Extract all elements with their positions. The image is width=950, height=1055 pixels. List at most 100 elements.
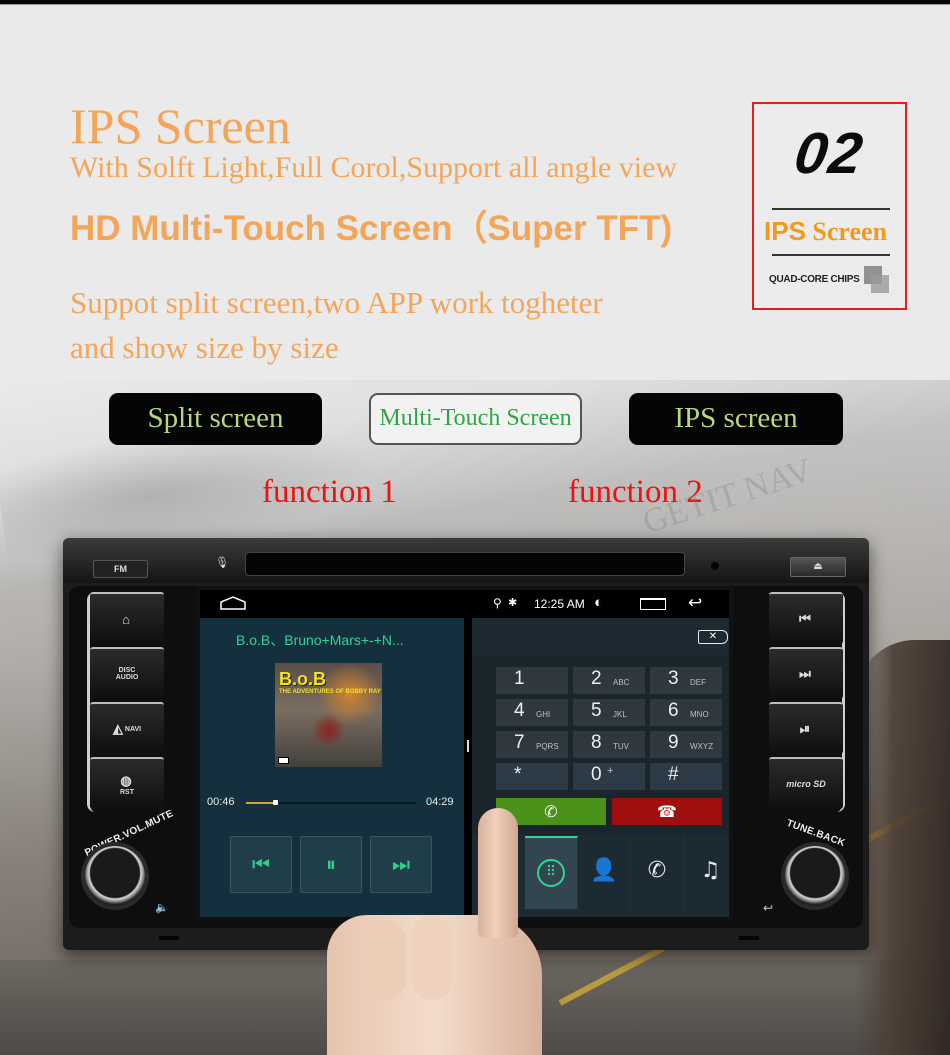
tab-call-log[interactable]: ✆ (631, 836, 684, 909)
keypad-key[interactable]: 3 DEF (650, 667, 722, 694)
ir-sensor (711, 562, 719, 570)
home-nav-icon[interactable] (220, 596, 246, 610)
keypad-digit: 7 (514, 732, 525, 753)
keypad-key[interactable]: # (650, 763, 722, 790)
recent-apps-icon[interactable] (640, 598, 666, 610)
screw-slot (739, 936, 759, 940)
next-icon: ⏭ (392, 852, 410, 876)
keypad-key[interactable]: 7 PQRS (496, 731, 568, 758)
microsd-slot[interactable]: micro SD (769, 757, 843, 809)
microsd-icon: micro SD (786, 779, 826, 789)
keypad-digit: 2 (591, 668, 602, 689)
keypad-letters: MNO (690, 710, 709, 719)
badge-title-prefix: IPS (764, 216, 806, 246)
fm-button[interactable]: FM (93, 560, 148, 578)
pointing-finger (478, 808, 518, 938)
tab-keypad[interactable]: ⠿ (525, 836, 578, 909)
keypad-key[interactable]: 1 (496, 667, 568, 694)
tab-music[interactable]: ♫ (684, 836, 729, 909)
pause-button[interactable]: ⏸ (300, 836, 362, 893)
keypad-key[interactable]: 8 TUV (573, 731, 645, 758)
keypad-letters: ABC (613, 678, 630, 687)
keypad-digit: 1 (514, 668, 525, 689)
navi-icon: ◭ (112, 721, 123, 736)
play-pause-icon: ⏯ (799, 721, 811, 736)
disc-audio-button[interactable]: DISC AUDIO (90, 647, 164, 699)
navi-button[interactable]: ◭ NAVI (90, 702, 164, 754)
head-unit: FM 🎙 ⏏ ⌂ DISC AUDIO ◭ NAVI ◍ RST ⏮ ⏭ ⏯ micr… (63, 538, 869, 950)
brightness-icon[interactable]: ◐ (594, 594, 603, 611)
keypad-key[interactable]: 2 ABC (573, 667, 645, 694)
keypad-key[interactable]: * (496, 763, 568, 790)
chip-icon (871, 275, 889, 293)
microphone-icon: 🎙 (215, 557, 229, 569)
home-icon: ⌂ (122, 611, 130, 627)
badge-title: IPS Screen (764, 216, 904, 247)
next-track-icon: ⏭ (799, 666, 811, 681)
eject-icon: ⏏ (813, 561, 823, 572)
album-art-title: B.o.B (279, 669, 326, 689)
keypad-key[interactable]: 0 + (573, 763, 645, 790)
keypad-digit: 3 (668, 668, 679, 689)
hang-up-icon: ☎ (657, 802, 677, 821)
keypad-digit: 5 (591, 700, 602, 721)
album-art: B.o.B THE ADVENTURES OF BOBBY RAY (275, 663, 382, 767)
disc-slot (245, 552, 685, 576)
next-button[interactable]: ⏭ (370, 836, 432, 893)
location-icon: ⚲ (493, 596, 502, 610)
backspace-button[interactable]: ✕ (698, 630, 728, 644)
split-divider-handle[interactable] (467, 740, 469, 752)
keypad-letters: TUV (613, 742, 629, 751)
tune-knob[interactable] (785, 846, 845, 906)
end-call-button[interactable]: ☎ (612, 798, 722, 825)
previous-track-icon: ⏮ (799, 611, 811, 626)
keypad-key[interactable]: 6 MNO (650, 699, 722, 726)
badge-footer: QUAD-CORE CHIPS (769, 274, 860, 285)
screw-slot (159, 936, 179, 940)
tab-contacts[interactable]: 👤 (578, 836, 631, 909)
keypad-key[interactable]: 5 JKL (573, 699, 645, 726)
phone-icon: ✆ (544, 802, 558, 821)
headline-subtitle: With Solft Light,Full Corol,Support all … (70, 151, 678, 184)
badge-title-suffix: Screen (805, 217, 888, 246)
pause-icon: ⏸ (326, 852, 336, 876)
back-nav-icon[interactable]: ↩ (688, 593, 702, 613)
keypad-digit: 8 (591, 732, 602, 753)
music-pane: B.o.B、Bruno+Mars+-+N... B.o.B THE ADVENT… (200, 618, 464, 917)
background-hair (855, 640, 950, 1055)
keypad-digit: 0 (591, 764, 602, 785)
current-time: 00:46 (207, 796, 235, 808)
keypad-key[interactable]: 9 WXYZ (650, 731, 722, 758)
headline-split-line-2: and show size by size (70, 330, 339, 365)
keypad-digit: # (668, 764, 679, 785)
headline-split: Suppot split screen,two APP work toghete… (70, 280, 750, 370)
keypad-digit: 4 (514, 700, 525, 721)
song-title: B.o.B、Bruno+Mars+-+N... (236, 632, 404, 648)
keypad-digit: 6 (668, 700, 679, 721)
total-time: 04:29 (426, 796, 454, 808)
eject-button[interactable]: ⏏ (790, 557, 846, 577)
badge-divider (772, 254, 890, 256)
disc-icon: DISC (118, 667, 136, 674)
globe-icon: ◍ (120, 772, 132, 788)
keypad-letters: GHI (536, 710, 551, 719)
parental-advisory-icon (278, 757, 289, 764)
headline-title: IPS Screen (70, 98, 291, 154)
seek-bar-thumb[interactable] (273, 800, 279, 805)
backspace-icon: ✕ (708, 631, 718, 642)
power-volume-knob[interactable] (85, 846, 145, 906)
previous-button[interactable]: ⏮ (230, 836, 292, 893)
seek-bar[interactable] (246, 800, 416, 805)
keypad-letters: PQRS (536, 742, 559, 751)
play-pause-button[interactable]: ⏯ (769, 702, 843, 754)
previous-track-button[interactable]: ⏮ (769, 592, 843, 644)
keypad-key[interactable]: 4 GHI (496, 699, 568, 726)
rst-button[interactable]: ◍ RST (90, 757, 164, 809)
bluetooth-icon: ✱ (508, 597, 518, 609)
dialer-number-field[interactable]: ✕ (472, 618, 729, 655)
keypad-letters: DEF (690, 678, 706, 687)
previous-icon: ⏮ (252, 852, 270, 876)
home-button[interactable]: ⌂ (90, 592, 164, 644)
next-track-button[interactable]: ⏭ (769, 647, 843, 699)
split-divider[interactable] (464, 618, 472, 917)
